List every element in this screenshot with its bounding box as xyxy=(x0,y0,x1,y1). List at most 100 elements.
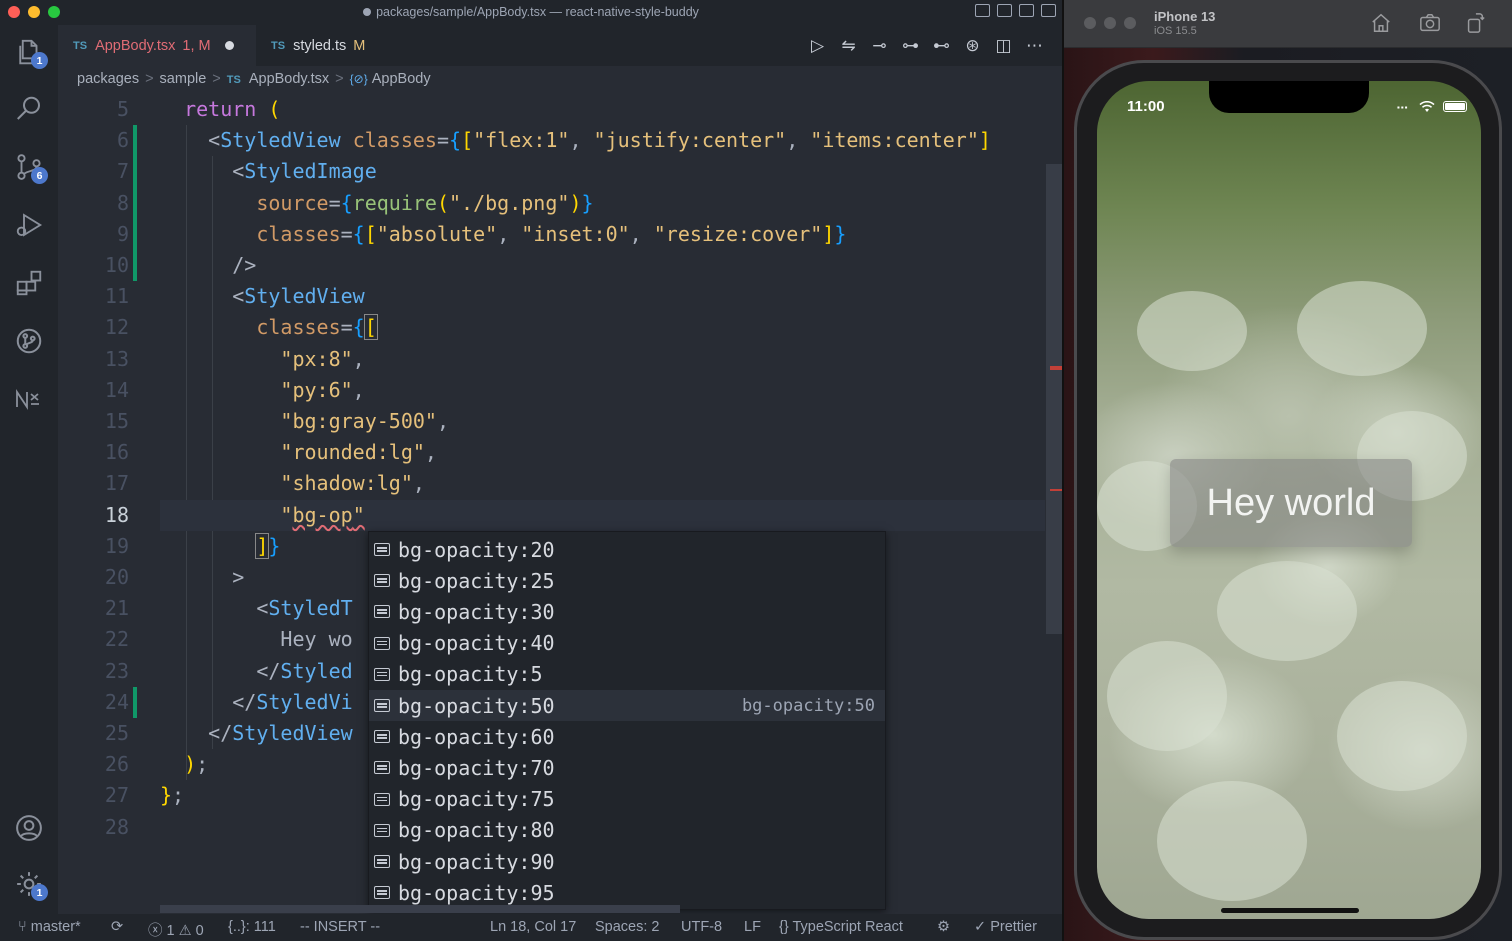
suggestion-item[interactable]: bg-opacity:25 xyxy=(369,565,885,596)
suggestion-item[interactable]: bg-opacity:40 xyxy=(369,628,885,659)
text-snippet-icon xyxy=(374,886,390,900)
settings-gear-icon[interactable]: 1 xyxy=(10,865,48,903)
search-icon[interactable] xyxy=(10,90,48,128)
indentation[interactable]: Spaces: 2 xyxy=(595,919,660,935)
run-debug-icon[interactable] xyxy=(10,206,48,244)
code-line: "py:6", xyxy=(280,377,365,402)
breadcrumb-symbol[interactable]: AppBody xyxy=(372,71,431,87)
line-number: 5 xyxy=(116,97,129,121)
suggestion-item[interactable]: bg-opacity:90 xyxy=(369,846,885,877)
flower-petal xyxy=(1137,291,1247,371)
suggestion-item[interactable]: bg-opacity:75 xyxy=(369,784,885,815)
source-control-icon[interactable]: 6 xyxy=(10,148,48,186)
close-window-button[interactable] xyxy=(1084,17,1096,29)
suggestion-item[interactable]: bg-opacity:95 xyxy=(369,877,885,908)
explorer-icon[interactable]: 1 xyxy=(10,33,48,71)
code-line: > xyxy=(232,565,245,589)
breadcrumb-folder[interactable]: sample xyxy=(160,71,207,87)
horizontal-scrollbar[interactable] xyxy=(160,905,680,913)
suggestion-item[interactable]: bg-opacity:50 bg-opacity:50 xyxy=(369,690,885,722)
phone-screen[interactable]: 11:00 ▪▪▪ Hey world xyxy=(1097,81,1481,919)
typescript-file-icon: TS xyxy=(226,74,241,86)
line-number: 6 xyxy=(116,128,129,153)
breadcrumb-folder[interactable]: packages xyxy=(77,71,139,87)
breadcrumb-file[interactable]: AppBody.tsx xyxy=(249,71,329,87)
run-icon[interactable]: ▷ xyxy=(808,36,827,55)
compare-changes-icon[interactable]: ⇋ xyxy=(839,36,858,55)
previous-revision-icon[interactable]: ⊸ xyxy=(870,36,889,55)
zoom-window-button[interactable] xyxy=(1124,17,1136,29)
flower-petal xyxy=(1217,561,1357,661)
text-snippet-icon xyxy=(374,636,390,650)
battery-icon xyxy=(1443,101,1467,112)
suggestion-label: bg-opacity:5 xyxy=(398,662,543,687)
code-line: ); xyxy=(184,752,209,777)
problems-indicator[interactable]: ⓧ 1 ⚠ 0 xyxy=(148,919,204,940)
cursor-position[interactable]: Ln 18, Col 17 xyxy=(490,919,576,935)
prettier-status[interactable]: ✓ Prettier xyxy=(974,919,1037,935)
suggestion-item[interactable]: bg-opacity:60 xyxy=(369,721,885,752)
settings-badge: 1 xyxy=(31,884,48,901)
rotate-icon[interactable] xyxy=(1464,12,1486,34)
suggestion-item[interactable]: bg-opacity:80 xyxy=(369,815,885,846)
feedback-icon[interactable]: ⚙ xyxy=(937,919,950,935)
line-number: 20 xyxy=(104,565,129,589)
suggestion-label: bg-opacity:75 xyxy=(398,787,555,812)
chevron-right-icon: > xyxy=(212,71,221,87)
end-of-line[interactable]: LF xyxy=(744,919,761,935)
extensions-icon[interactable] xyxy=(10,264,48,302)
language-mode[interactable]: {} TypeScript React xyxy=(779,919,903,935)
suggestion-label: bg-opacity:40 xyxy=(398,631,555,656)
chevron-right-icon: > xyxy=(145,71,154,87)
commit-icon[interactable]: ⊶ xyxy=(901,36,920,55)
code-line: <StyledImage xyxy=(160,159,377,184)
home-icon[interactable] xyxy=(1370,12,1392,34)
editor-scrollbar[interactable] xyxy=(1046,94,1062,914)
gitlens-icon[interactable] xyxy=(10,322,48,360)
activity-bar: 1 6 1 xyxy=(0,25,58,914)
code-line: </StyledVi xyxy=(160,689,353,714)
split-editor-icon[interactable]: ◫ xyxy=(994,36,1013,55)
suggestion-label: bg-opacity:25 xyxy=(398,568,555,593)
autocomplete-suggest-widget[interactable]: bg-opacity:20 bg-opacity:25 bg-opacity:30 b… xyxy=(368,531,886,910)
scrollbar-slider[interactable] xyxy=(1046,164,1062,634)
code-line: <StyledView xyxy=(160,284,365,309)
flower-petal xyxy=(1157,781,1307,901)
timeline-icon[interactable]: ⊛ xyxy=(963,36,982,55)
line-number-gutter: 5 6 7 8 9 10 11 12 13 14 15 16 17 18 19 20 21 22 23 24 25 26 2… xyxy=(58,94,138,914)
simulator-title-bar: iPhone 13 iOS 15.5 xyxy=(1064,0,1512,48)
status-bar: ⑂ master* ⟳ ⓧ 1 ⚠ 0 {..}: 111 -- INSERT … xyxy=(0,914,1062,941)
minimize-window-button[interactable] xyxy=(1104,17,1116,29)
text-snippet-icon xyxy=(374,574,390,588)
sync-icon[interactable]: ⟳ xyxy=(111,919,123,935)
toggle-secondary-sidebar-icon[interactable] xyxy=(1019,4,1034,17)
typescript-file-icon: TS xyxy=(73,39,88,52)
toggle-panel-icon[interactable] xyxy=(997,4,1012,17)
home-indicator[interactable] xyxy=(1221,908,1359,913)
tab-appbody[interactable]: TS AppBody.tsx 1, M xyxy=(58,25,256,66)
line-number: 23 xyxy=(104,658,129,683)
code-line: </Styled xyxy=(160,658,353,683)
suggestion-label: bg-opacity:90 xyxy=(398,849,555,874)
braces-counter[interactable]: {..}: 111 xyxy=(228,919,276,935)
suggestion-item[interactable]: bg-opacity:70 xyxy=(369,752,885,783)
code-line: }; xyxy=(160,783,185,808)
suggestion-item[interactable]: bg-opacity:5 xyxy=(369,659,885,690)
next-revision-icon[interactable]: ⊷ xyxy=(932,36,951,55)
line-number: 10 xyxy=(104,253,129,277)
encoding[interactable]: UTF-8 xyxy=(681,919,722,935)
line-number: 14 xyxy=(104,377,129,402)
screenshot-icon[interactable] xyxy=(1419,12,1441,34)
more-actions-icon[interactable]: ⋯ xyxy=(1025,36,1044,55)
unsaved-dot-icon[interactable] xyxy=(224,41,234,50)
suggestion-item[interactable]: bg-opacity:30 xyxy=(369,596,885,627)
tab-styled[interactable]: TS styled.ts M xyxy=(256,25,396,66)
branch-indicator[interactable]: ⑂ master* xyxy=(18,919,81,935)
line-number: 25 xyxy=(104,721,129,745)
typescript-file-icon: TS xyxy=(271,39,286,52)
customize-layout-icon[interactable] xyxy=(1041,4,1056,17)
suggestion-item[interactable]: bg-opacity:20 xyxy=(369,534,885,565)
toggle-primary-sidebar-icon[interactable] xyxy=(975,4,990,17)
nx-console-icon[interactable] xyxy=(10,380,48,418)
accounts-icon[interactable] xyxy=(10,809,48,847)
